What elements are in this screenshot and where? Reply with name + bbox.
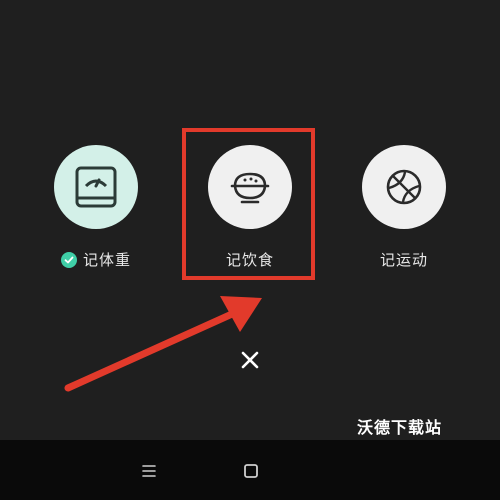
highlight-box bbox=[182, 128, 315, 280]
record-weight-label: 记体重 bbox=[82, 251, 131, 269]
record-exercise-circle[interactable] bbox=[362, 145, 446, 229]
checked-icon bbox=[60, 251, 77, 268]
scale-icon bbox=[75, 166, 117, 208]
close-button[interactable] bbox=[236, 346, 264, 374]
home-icon bbox=[244, 464, 258, 478]
menu-button[interactable] bbox=[138, 460, 160, 482]
watermark-text: 沃德下载站 bbox=[357, 418, 443, 437]
system-navbar bbox=[0, 440, 500, 500]
record-exercise-label: 记运动 bbox=[379, 251, 428, 269]
record-weight-circle[interactable] bbox=[54, 145, 138, 229]
quick-record-screen: 记体重 记饮食 记运动 沃德下载站 bbox=[0, 0, 500, 500]
close-icon bbox=[241, 351, 259, 369]
menu-icon bbox=[142, 465, 156, 477]
basketball-icon bbox=[386, 169, 422, 205]
record-exercise-button[interactable]: 记运动 bbox=[344, 145, 464, 275]
home-button[interactable] bbox=[240, 460, 262, 482]
record-weight-button[interactable]: 记体重 bbox=[36, 145, 156, 275]
